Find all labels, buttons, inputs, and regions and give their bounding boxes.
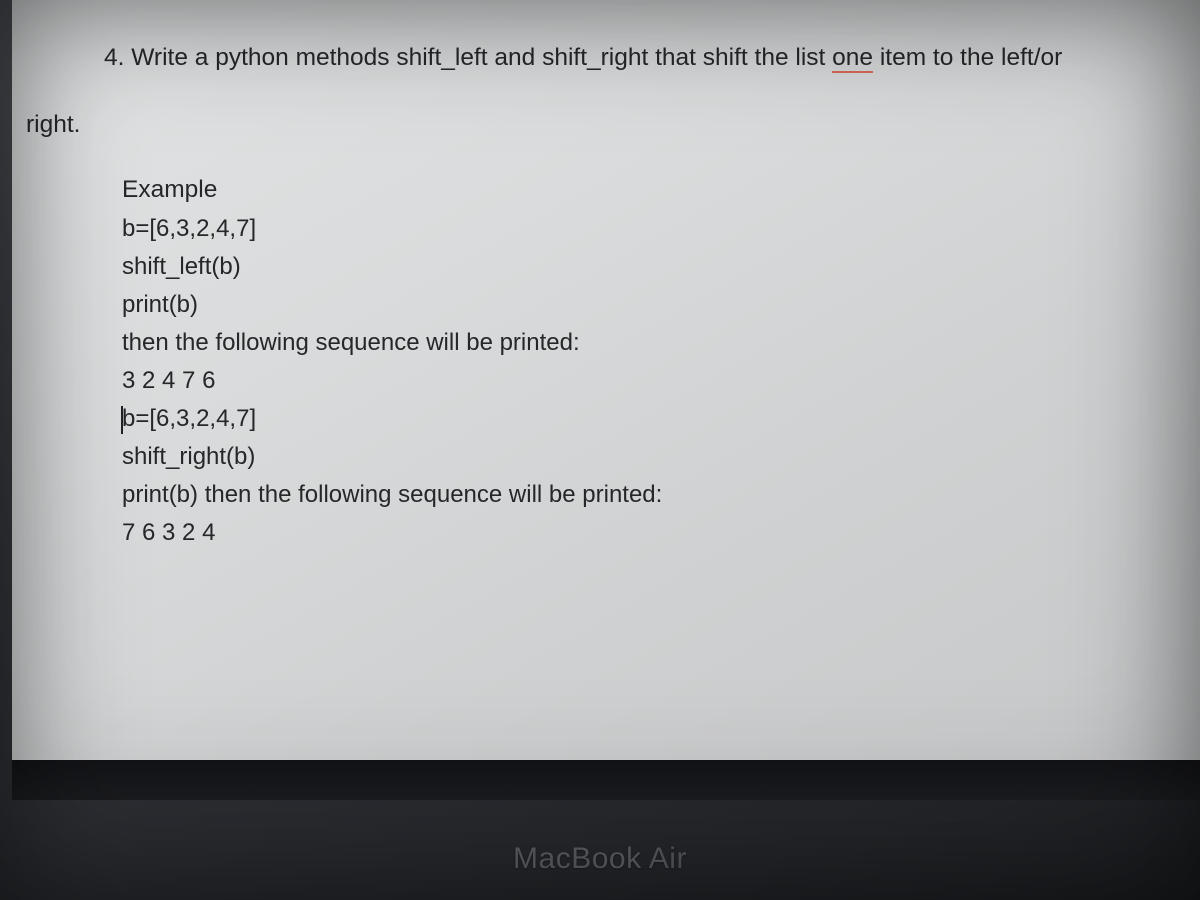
question-underlined-word: one: [832, 44, 873, 73]
text-cursor: b=[6,3,2,4,7]: [122, 405, 256, 432]
example-line-2: print(b): [122, 287, 1190, 323]
example-line-0: b=[6,3,2,4,7]: [122, 211, 1190, 247]
laptop-brand-light: Air: [642, 842, 687, 875]
example-line-6: shift_right(b): [122, 439, 1190, 475]
laptop-brand-label: MacBook Air: [0, 842, 1200, 876]
example-line-4: 3 2 4 7 6: [122, 363, 1190, 399]
example-block: Example b=[6,3,2,4,7] shift_left(b) prin…: [26, 172, 1190, 551]
question-number: 4.: [104, 44, 131, 71]
question-text-part2: right.: [26, 111, 80, 138]
question-line-1: 4. Write a python methods shift_left and…: [26, 38, 1190, 77]
question-line-2: right.: [26, 105, 1190, 144]
example-line-7: print(b) then the following sequence wil…: [122, 477, 1190, 513]
example-line-8: 7 6 3 2 4: [122, 515, 1190, 551]
example-heading: Example: [122, 172, 1190, 209]
question-text-part1: Write a python methods shift_left and sh…: [131, 44, 832, 71]
example-line-5: b=[6,3,2,4,7]: [122, 401, 1190, 437]
question-text-part1b: item to the left/or: [873, 44, 1062, 71]
example-line-3: then the following sequence will be prin…: [122, 325, 1190, 361]
document-screen: 4. Write a python methods shift_left and…: [12, 0, 1200, 760]
laptop-brand-bold: MacBook: [513, 842, 642, 875]
screen-bezel-bottom: [12, 760, 1200, 800]
example-line-1: shift_left(b): [122, 249, 1190, 285]
example-line-5-text: b=[6,3,2,4,7]: [122, 405, 256, 432]
